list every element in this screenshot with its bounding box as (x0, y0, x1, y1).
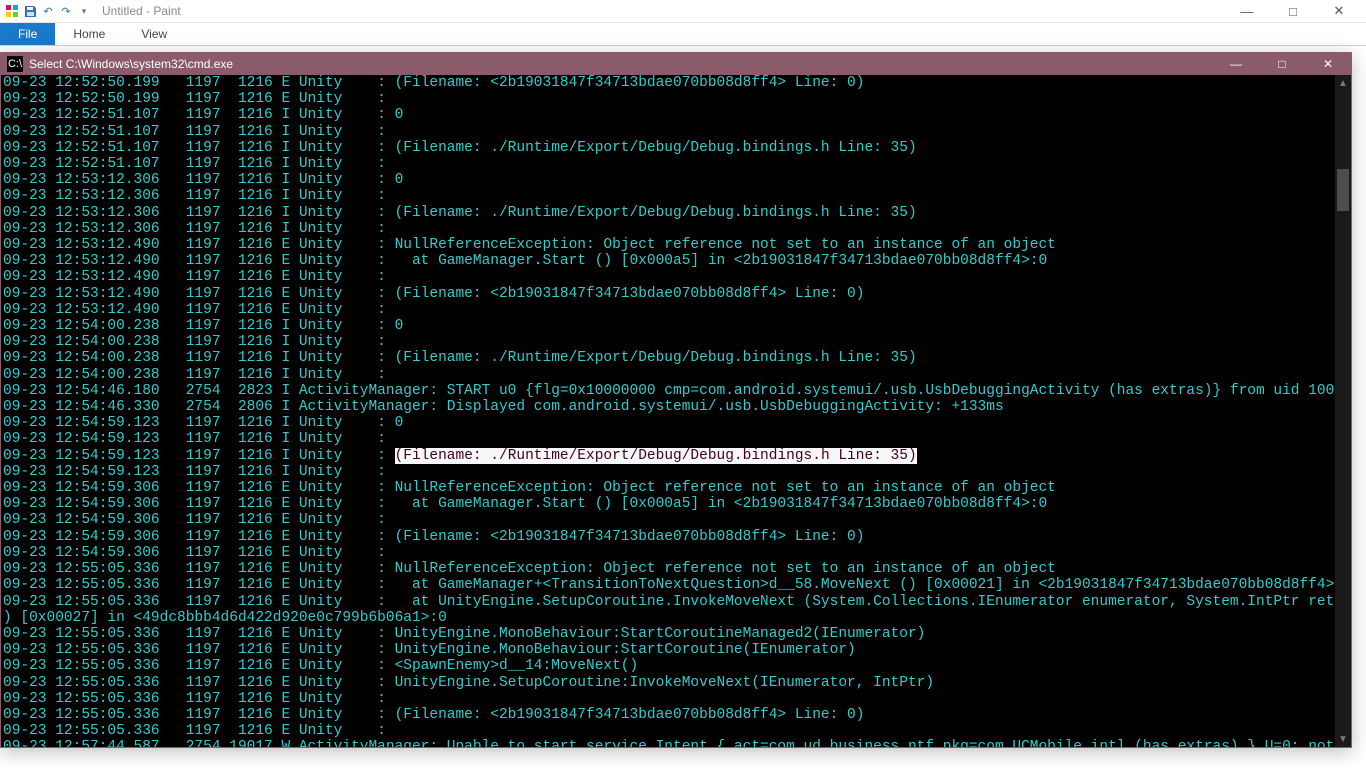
paint-window-title: Untitled - Paint (102, 4, 181, 18)
quick-access-toolbar: ↶ ↷ ▾ (4, 3, 92, 19)
redo-icon[interactable]: ↷ (58, 3, 74, 19)
scroll-track[interactable] (1335, 91, 1351, 731)
paint-titlebar: ↶ ↷ ▾ Untitled - Paint — □ ✕ (0, 0, 1366, 23)
cmd-titlebar[interactable]: C:\ Select C:\Windows\system32\cmd.exe —… (1, 53, 1351, 75)
tab-file[interactable]: File (0, 23, 55, 45)
undo-icon[interactable]: ↶ (40, 3, 56, 19)
tab-home[interactable]: Home (55, 23, 123, 45)
ribbon-tabs: File Home View (0, 23, 1366, 46)
cmd-maximize-button[interactable]: □ (1259, 53, 1305, 75)
cmd-close-button[interactable]: ✕ (1305, 53, 1351, 75)
scroll-up-icon[interactable]: ▲ (1335, 75, 1351, 91)
paint-maximize-button[interactable]: □ (1270, 0, 1316, 23)
cmd-scrollbar[interactable]: ▲ ▼ (1335, 75, 1351, 747)
cmd-icon: C:\ (7, 56, 23, 72)
cmd-output[interactable]: 09-23 12:52:50.199 1197 1216 E Unity : (… (1, 75, 1351, 747)
scroll-down-icon[interactable]: ▼ (1335, 731, 1351, 747)
paint-logo-icon (4, 3, 20, 19)
tab-view[interactable]: View (123, 23, 185, 45)
paint-minimize-button[interactable]: — (1224, 0, 1270, 23)
paint-window-controls: — □ ✕ (1224, 0, 1362, 23)
customize-qat-icon[interactable]: ▾ (76, 3, 92, 19)
save-icon[interactable] (22, 3, 38, 19)
paint-canvas[interactable]: C:\ Select C:\Windows\system32\cmd.exe —… (0, 46, 1366, 768)
cmd-window: C:\ Select C:\Windows\system32\cmd.exe —… (0, 52, 1352, 748)
cmd-minimize-button[interactable]: — (1213, 53, 1259, 75)
cmd-window-controls: — □ ✕ (1213, 53, 1351, 75)
paint-close-button[interactable]: ✕ (1316, 0, 1362, 23)
cmd-body[interactable]: 09-23 12:52:50.199 1197 1216 E Unity : (… (1, 75, 1351, 747)
cmd-title-text: Select C:\Windows\system32\cmd.exe (29, 57, 1213, 71)
scroll-thumb[interactable] (1337, 169, 1349, 211)
